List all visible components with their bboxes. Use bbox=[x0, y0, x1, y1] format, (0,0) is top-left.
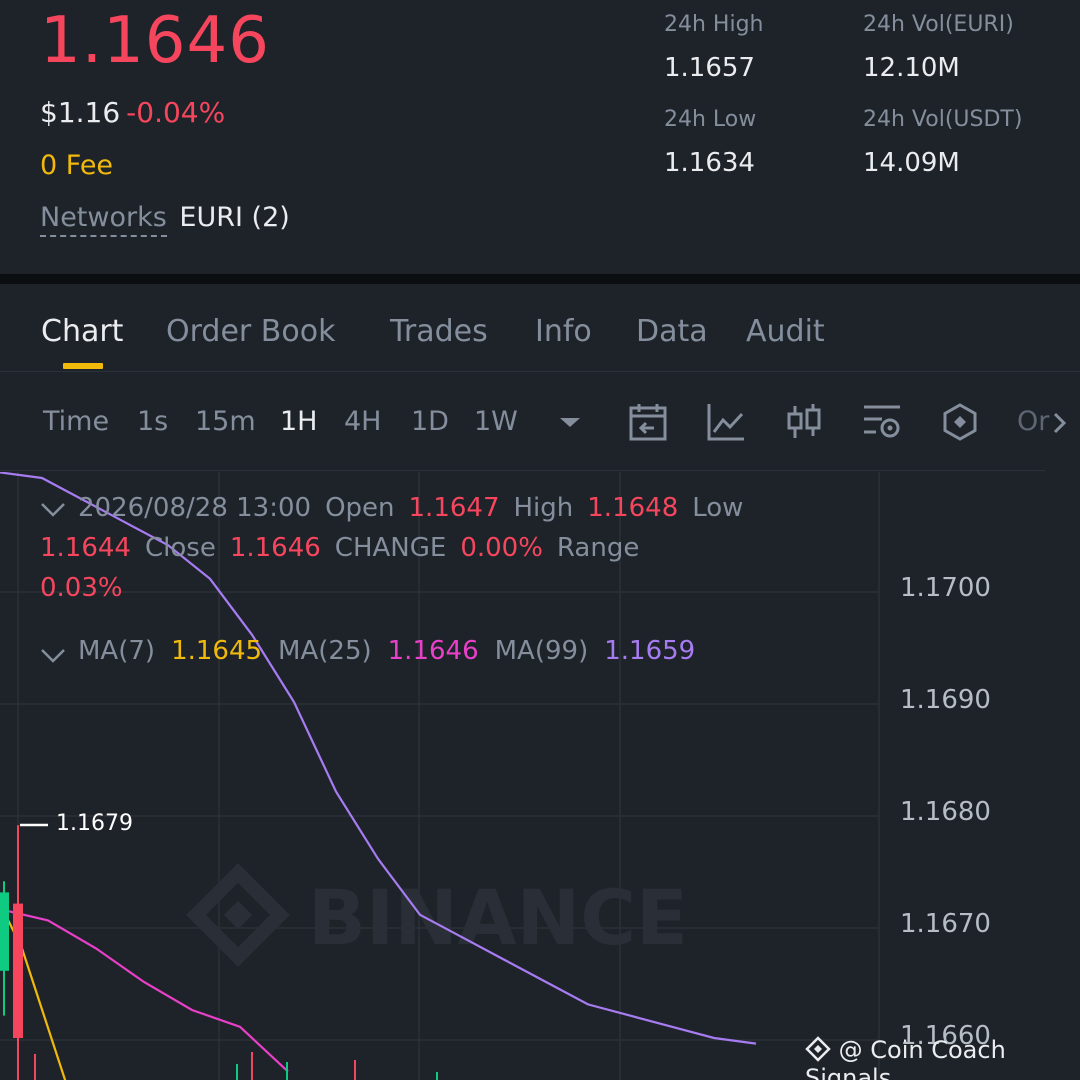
attribution-watermark: @ Coin Coach Signals bbox=[805, 1036, 1080, 1080]
y-axis-tick: 1.1680 bbox=[900, 797, 991, 827]
tab-data[interactable]: Data bbox=[636, 314, 708, 349]
watermark-text: BINANCE bbox=[308, 873, 688, 962]
y-axis-tick: 1.1690 bbox=[900, 685, 991, 715]
ma99-value: 1.1659 bbox=[604, 636, 696, 666]
networks-value: EURI (2) bbox=[179, 202, 290, 233]
stat-label: 24h High bbox=[664, 12, 764, 37]
candle-datetime: 2026/08/28 13:00 bbox=[78, 493, 312, 523]
line-chart-icon[interactable] bbox=[706, 402, 746, 442]
ma7-label: MA(7) bbox=[78, 636, 156, 666]
ma-line-ma25 bbox=[0, 908, 289, 1073]
last-price: 1.1646 bbox=[40, 4, 270, 78]
tab-info[interactable]: Info bbox=[535, 314, 592, 349]
timeframe-1h[interactable]: 1H bbox=[280, 406, 317, 437]
timeframe-1d[interactable]: 1D bbox=[411, 406, 449, 437]
section-divider bbox=[0, 274, 1080, 284]
fiat-price: $1.16 bbox=[40, 96, 121, 129]
open-label: Open bbox=[325, 493, 395, 523]
stat-value: 1.1657 bbox=[664, 53, 755, 83]
hexagon-icon[interactable] bbox=[940, 402, 980, 442]
binance-watermark: BINANCE bbox=[186, 863, 688, 967]
low-label: Low bbox=[692, 493, 744, 523]
ticker-header: 1.1646 $1.16 -0.04% 0 Fee Networks EURI (… bbox=[0, 0, 1080, 274]
candles bbox=[0, 825, 23, 1080]
stat-value: 1.1634 bbox=[664, 148, 755, 178]
stat-label: 24h Vol(EURI) bbox=[863, 12, 1014, 37]
close-value: 1.1646 bbox=[229, 533, 321, 563]
timeframe-toolbar: Time 1s 15m 1H 4H 1D 1W Or bbox=[0, 372, 1080, 472]
fiat-price-row: $1.16 -0.04% bbox=[40, 96, 225, 129]
tab-bar: Chart Order Book Trades Info Data Audit bbox=[0, 284, 1080, 372]
low-value: 1.1644 bbox=[40, 533, 131, 563]
candle-body[interactable] bbox=[13, 903, 23, 1038]
stat-label: 24h Low bbox=[664, 107, 757, 132]
toolbar-more-label[interactable]: Or bbox=[1017, 406, 1049, 437]
change-value: 0.00% bbox=[460, 533, 543, 563]
candle-body[interactable] bbox=[0, 892, 9, 971]
ma-line-ma7 bbox=[0, 903, 67, 1080]
stat-24h-high: 24h High 1.1657 bbox=[664, 12, 764, 83]
close-label: Close bbox=[144, 533, 216, 563]
chevron-down-icon[interactable] bbox=[552, 406, 588, 438]
attribution-text: @ Coin Coach Signals bbox=[805, 1036, 1006, 1080]
stat-24h-vol-euri: 24h Vol(EURI) 12.10M bbox=[863, 12, 1014, 83]
active-tab-indicator bbox=[63, 363, 103, 369]
timeframe-1w[interactable]: 1W bbox=[474, 406, 518, 437]
tab-order-book[interactable]: Order Book bbox=[166, 314, 335, 349]
calendar-icon[interactable] bbox=[628, 402, 668, 442]
y-axis-tick: 1.1700 bbox=[900, 573, 991, 603]
tab-trades[interactable]: Trades bbox=[390, 314, 488, 349]
tab-chart[interactable]: Chart bbox=[41, 314, 123, 349]
high-value: 1.1648 bbox=[587, 493, 679, 523]
ohlc-legend: 2026/08/28 13:00 Open 1.1647 High 1.1648 Low 1… bbox=[40, 488, 840, 608]
ma7-value: 1.1645 bbox=[171, 636, 263, 666]
timeframe-15m[interactable]: 15m bbox=[195, 406, 256, 437]
candles-icon[interactable] bbox=[784, 402, 824, 442]
networks-label[interactable]: Networks bbox=[40, 202, 167, 237]
change-label: CHANGE bbox=[334, 533, 447, 563]
timeframe-4h[interactable]: 4H bbox=[344, 406, 381, 437]
stat-24h-low: 24h Low 1.1634 bbox=[664, 107, 756, 178]
timeframe-time[interactable]: Time bbox=[43, 406, 109, 437]
high-label: High bbox=[513, 493, 574, 523]
fee-badge: 0 Fee bbox=[40, 150, 114, 181]
stat-value: 12.10M bbox=[863, 53, 960, 83]
ma25-label: MA(25) bbox=[278, 636, 372, 666]
tab-audit[interactable]: Audit bbox=[746, 314, 825, 349]
small-volume-ticks bbox=[34, 1052, 438, 1080]
stat-value: 14.09M bbox=[863, 148, 960, 178]
ma-legend: MA(7) 1.1645 MA(25) 1.1646 MA(99) 1.1659 bbox=[40, 636, 711, 666]
chevron-right-icon[interactable] bbox=[1050, 410, 1070, 436]
indicator-settings-icon[interactable] bbox=[862, 402, 902, 442]
ma99-label: MA(99) bbox=[494, 636, 589, 666]
binance-logo-icon bbox=[805, 1036, 831, 1062]
ma25-value: 1.1646 bbox=[387, 636, 479, 666]
peak-price-label: 1.1679 bbox=[56, 811, 133, 836]
toolbar-divider bbox=[0, 470, 1045, 471]
stat-label: 24h Vol(USDT) bbox=[863, 107, 1023, 132]
stat-24h-vol-usdt: 24h Vol(USDT) 14.09M bbox=[863, 107, 1022, 178]
price-change-percent: -0.04% bbox=[126, 96, 226, 129]
open-value: 1.1647 bbox=[408, 493, 500, 523]
timeframe-1s[interactable]: 1s bbox=[137, 406, 168, 437]
range-label: Range bbox=[556, 533, 640, 563]
y-axis-tick: 1.1670 bbox=[900, 909, 991, 939]
range-value: 0.03% bbox=[40, 573, 123, 603]
networks-row[interactable]: Networks EURI (2) bbox=[40, 202, 290, 237]
